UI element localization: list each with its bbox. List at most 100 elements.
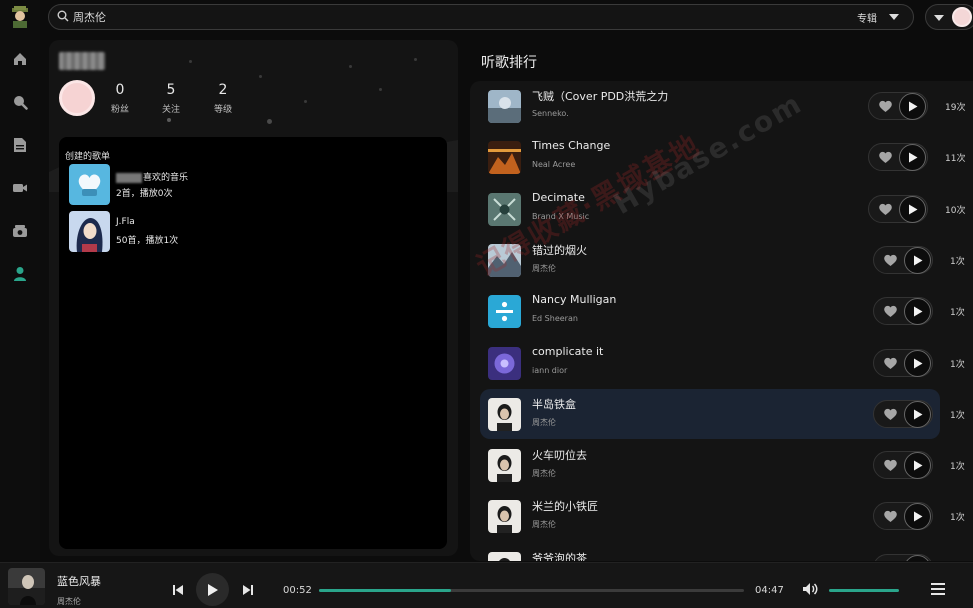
search-bar: 专辑 <box>48 4 914 30</box>
song-row[interactable]: Decimate Brand X Music 10次 <box>480 184 965 234</box>
user-profile-icon[interactable] <box>9 263 31 285</box>
song-title: 米兰的小铁匠 <box>532 500 598 514</box>
search-type-select[interactable]: 专辑 <box>857 10 899 25</box>
stat-level[interactable]: 2 等级 <box>203 82 243 115</box>
playlist-cover <box>69 164 110 205</box>
play-count: 1次 <box>950 462 965 473</box>
skip-next-icon <box>243 585 253 595</box>
song-row[interactable]: 火车叨位去周杰伦 1次 <box>480 440 965 490</box>
song-artist: 周杰伦 <box>532 469 556 479</box>
play-song-button[interactable] <box>904 349 931 377</box>
song-artist: 周杰伦 <box>532 263 556 273</box>
now-playing-title[interactable]: 蓝色风暴 <box>57 573 101 589</box>
song-row[interactable]: complicate it iann dior 1次 <box>480 338 965 388</box>
next-track-button[interactable] <box>240 582 256 598</box>
song-title: 火车叨位去 <box>532 449 587 463</box>
song-row[interactable]: 爷爷泡的茶 <box>480 543 940 561</box>
chevron-down-icon <box>934 10 944 24</box>
heart-icon[interactable] <box>883 407 898 421</box>
play-count: 1次 <box>950 513 965 524</box>
profile-panel: 0 粉丝 5 关注 2 等级 创建的歌单 喜欢的音乐 2首，播放0次 J.Fla… <box>49 40 458 556</box>
username-redacted <box>59 52 105 70</box>
play-icon <box>913 358 922 368</box>
song-row[interactable]: 米兰的小铁匠周杰伦 1次 <box>480 491 965 541</box>
song-actions <box>868 194 928 223</box>
heart-icon[interactable] <box>878 150 893 164</box>
heart-icon[interactable] <box>883 304 898 318</box>
song-row[interactable]: 飞贼（Cover PDD洪荒之力 Senneko. 19次 <box>480 81 965 131</box>
song-row[interactable]: Nancy Mulligan Ed Sheeran 1次 <box>480 286 965 336</box>
total-time: 04:47 <box>755 585 784 596</box>
song-title: 半岛铁盒 <box>532 397 576 411</box>
song-artist: Brand X Music <box>532 211 590 221</box>
user-menu[interactable] <box>925 4 973 30</box>
heart-icon[interactable] <box>883 356 898 370</box>
video-icon[interactable] <box>9 177 31 199</box>
play-pause-button[interactable] <box>196 573 229 606</box>
heart-icon[interactable] <box>883 509 898 523</box>
chevron-down-icon <box>889 12 899 23</box>
stat-label: 粉丝 <box>110 105 129 115</box>
playlist-item[interactable]: J.Fla 50首，播放1次 <box>69 211 319 253</box>
stat-following[interactable]: 5 关注 <box>151 82 191 115</box>
play-song-button[interactable] <box>904 246 931 274</box>
stat-label: 关注 <box>161 105 180 115</box>
play-song-button[interactable] <box>904 554 931 561</box>
playlists-panel: 创建的歌单 喜欢的音乐 2首，播放0次 J.Fla 50首，播放1次 <box>59 137 447 549</box>
play-icon <box>913 306 922 317</box>
song-row[interactable]: Times Change Neal Acree 11次 <box>480 132 965 182</box>
stat-value: 5 <box>166 82 176 98</box>
song-cover <box>488 551 521 561</box>
progress-fill <box>319 589 451 592</box>
play-song-button[interactable] <box>904 298 931 326</box>
now-playing-artist[interactable]: 周杰伦 <box>57 596 81 607</box>
play-count: 1次 <box>950 410 965 421</box>
song-actions <box>873 553 933 561</box>
song-row[interactable]: 错过的烟火 周杰伦 1次 <box>480 235 965 285</box>
song-actions <box>873 297 933 326</box>
stat-followers[interactable]: 0 粉丝 <box>100 82 140 115</box>
song-actions <box>873 399 933 428</box>
search-input[interactable] <box>73 10 857 24</box>
heart-icon[interactable] <box>878 99 893 113</box>
song-artist: Ed Sheeran <box>532 314 578 324</box>
radio-icon[interactable] <box>9 220 31 242</box>
heart-icon[interactable] <box>883 458 898 472</box>
song-artist: 周杰伦 <box>532 417 556 427</box>
song-artist: Senneko. <box>532 109 569 118</box>
home-icon[interactable] <box>9 48 31 70</box>
play-icon <box>913 511 922 522</box>
song-actions <box>868 143 928 172</box>
playlist-menu-button[interactable] <box>929 580 947 598</box>
play-song-button[interactable] <box>899 93 926 120</box>
play-song-button[interactable] <box>899 195 926 223</box>
play-icon <box>207 583 218 596</box>
song-actions <box>873 502 933 531</box>
play-song-button[interactable] <box>899 144 926 172</box>
previous-track-button[interactable] <box>170 582 186 598</box>
play-song-button[interactable] <box>904 400 931 428</box>
volume-button[interactable] <box>801 580 819 598</box>
song-cover <box>488 295 521 329</box>
play-song-button[interactable] <box>904 503 931 531</box>
heart-icon[interactable] <box>878 202 893 216</box>
playlist-item[interactable]: 喜欢的音乐 2首，播放0次 <box>69 164 319 206</box>
progress-slider[interactable] <box>319 589 744 592</box>
heart-icon[interactable] <box>883 253 898 267</box>
volume-slider[interactable] <box>829 589 899 592</box>
play-icon <box>913 460 922 471</box>
playlist-meta: 2首，播放0次 <box>116 189 173 199</box>
song-row[interactable]: 半岛铁盒周杰伦 1次 <box>480 388 965 439</box>
search-icon[interactable] <box>9 91 31 113</box>
profile-avatar[interactable] <box>59 80 95 116</box>
song-cover <box>488 90 521 123</box>
document-icon[interactable] <box>9 134 31 156</box>
song-title: complicate it <box>532 344 604 358</box>
song-cover <box>488 449 521 483</box>
song-artist: 周杰伦 <box>532 520 556 530</box>
play-song-button[interactable] <box>904 452 931 480</box>
now-playing-cover[interactable] <box>8 568 45 605</box>
play-icon <box>908 101 917 112</box>
stat-value: 2 <box>218 82 228 98</box>
play-icon <box>913 255 922 266</box>
